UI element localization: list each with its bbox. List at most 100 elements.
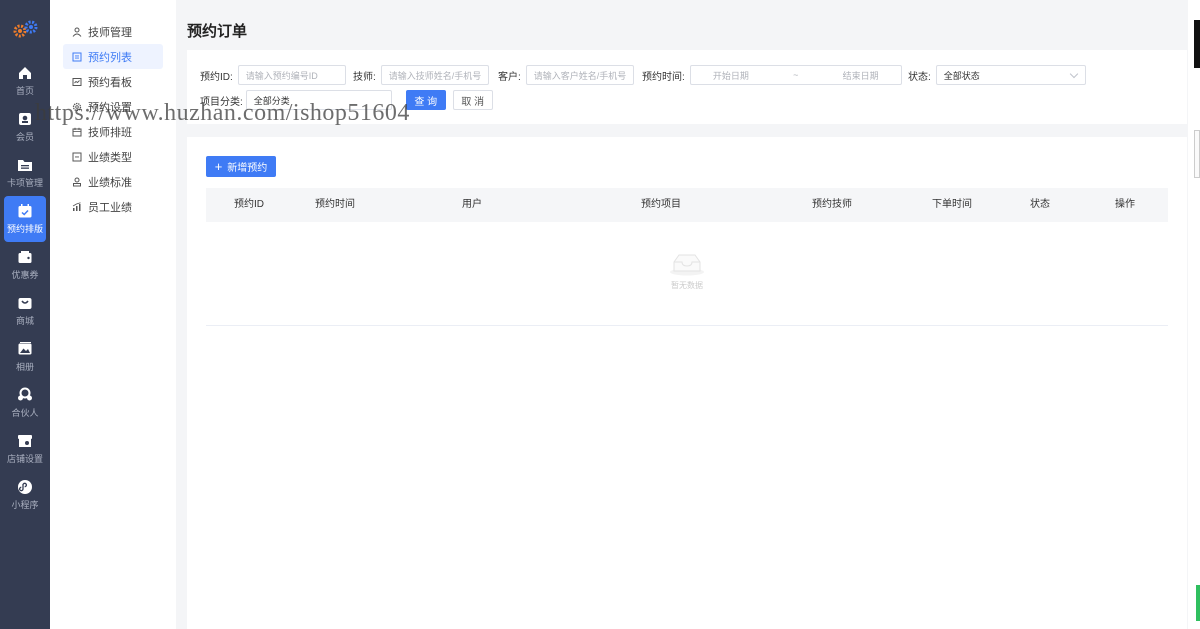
status-select[interactable]: 全部状态 bbox=[935, 65, 1086, 85]
end-date-placeholder: 结束日期 bbox=[842, 70, 879, 81]
add-booking-button[interactable]: + 新增预约 bbox=[206, 156, 276, 177]
subnav-item-label: 技师排班 bbox=[88, 126, 132, 139]
status-value: 全部状态 bbox=[943, 70, 980, 81]
column-header: 操作 bbox=[1115, 199, 1135, 210]
subnav-item-label: 预约列表 bbox=[88, 51, 132, 64]
rail-item-label: 店铺设置 bbox=[6, 454, 43, 464]
schedule-icon bbox=[72, 127, 82, 136]
subnav-item-booking-list[interactable]: 预约列表 bbox=[63, 44, 163, 69]
rail-item-cards[interactable]: 卡项管理 bbox=[0, 150, 50, 196]
technician-input[interactable]: 请输入技师姓名/手机号 bbox=[380, 65, 489, 85]
sub-nav: 技师管理 预约列表 预约看板 预约设置 技师排班 业绩类型 业绩标准 员工业绩 bbox=[50, 0, 176, 629]
rail-item-album[interactable]: 相册 bbox=[0, 334, 50, 380]
customer-input[interactable]: 请输入客户姓名/手机号 bbox=[525, 65, 634, 85]
start-date-placeholder: 开始日期 bbox=[712, 70, 749, 81]
column-header: 用户 bbox=[462, 199, 482, 210]
miniprogram-icon bbox=[18, 480, 32, 494]
technician-label: 技师: bbox=[353, 71, 376, 83]
board-icon bbox=[72, 77, 82, 86]
rail-item-coupon[interactable]: 优惠券 bbox=[0, 242, 50, 288]
booking-time-label: 预约时间: bbox=[642, 71, 685, 83]
subnav-item-performance-types[interactable]: 业绩类型 bbox=[63, 144, 163, 169]
rail-item-label: 商城 bbox=[15, 316, 34, 326]
status-label: 状态: bbox=[908, 71, 931, 83]
subnav-item-technician-schedule[interactable]: 技师排班 bbox=[63, 119, 163, 144]
subnav-item-label: 技师管理 bbox=[88, 26, 132, 39]
search-button[interactable]: 查 询 bbox=[405, 90, 446, 110]
table-header: 预约ID 预约时间 用户 预约项目 预约技师 下单时间 状态 操作 bbox=[206, 188, 1168, 222]
type-icon bbox=[72, 152, 82, 161]
category-label: 项目分类: bbox=[200, 96, 243, 108]
filter-panel: 预约ID: 请输入预约编号ID 技师: 请输入技师姓名/手机号 客户: 请输入客… bbox=[187, 50, 1187, 124]
rail-item-home[interactable]: 首页 bbox=[0, 58, 50, 104]
rail-item-label: 会员 bbox=[15, 132, 34, 142]
column-header: 下单时间 bbox=[932, 199, 972, 210]
mall-icon bbox=[18, 298, 32, 309]
booking-id-input[interactable]: 请输入预约编号ID bbox=[237, 65, 346, 85]
rail-item-label: 相册 bbox=[15, 362, 34, 372]
subnav-item-performance-standard[interactable]: 业绩标准 bbox=[63, 169, 163, 194]
list-icon bbox=[72, 52, 82, 61]
empty-text: 暂无数据 bbox=[671, 281, 703, 290]
calendar-icon bbox=[18, 204, 32, 218]
table-divider bbox=[206, 325, 1168, 326]
cancel-button[interactable]: 取 消 bbox=[452, 90, 493, 110]
rail-item-mall[interactable]: 商城 bbox=[0, 288, 50, 334]
chevron-down-icon bbox=[1069, 69, 1079, 78]
column-header: 状态 bbox=[1030, 199, 1050, 210]
column-header: 预约时间 bbox=[315, 199, 355, 210]
edge-black-bar bbox=[1194, 20, 1200, 68]
subnav-item-staff-performance[interactable]: 员工业绩 bbox=[63, 194, 163, 219]
edge-side-tab[interactable] bbox=[1194, 130, 1200, 178]
subnav-item-booking-settings[interactable]: 预约设置 bbox=[63, 94, 163, 119]
subnav-item-label: 预约设置 bbox=[88, 101, 132, 114]
customer-placeholder: 请输入客户姓名/手机号 bbox=[533, 70, 627, 81]
customer-label: 客户: bbox=[498, 71, 521, 83]
category-value: 全部分类 bbox=[253, 95, 290, 106]
technician-placeholder: 请输入技师姓名/手机号 bbox=[388, 70, 482, 81]
rail-item-label: 合伙人 bbox=[11, 408, 39, 418]
rail-item-partner[interactable]: 合伙人 bbox=[0, 380, 50, 426]
rail-item-miniprogram[interactable]: 小程序 bbox=[0, 472, 50, 518]
rail-item-booking[interactable]: 预约排版 bbox=[4, 196, 46, 242]
empty-inbox-icon bbox=[670, 254, 704, 276]
standard-icon bbox=[73, 177, 81, 186]
booking-time-range[interactable]: 开始日期 ~ 结束日期 bbox=[689, 65, 902, 85]
rail-item-store-settings[interactable]: 店铺设置 bbox=[0, 426, 50, 472]
rail-item-label: 预约排版 bbox=[6, 224, 43, 234]
subnav-item-booking-board[interactable]: 预约看板 bbox=[63, 69, 163, 94]
subnav-item-label: 业绩标准 bbox=[88, 176, 132, 189]
subnav-item-technicians[interactable]: 技师管理 bbox=[63, 19, 163, 44]
right-edge-strip bbox=[1188, 0, 1200, 629]
main-content: 预约订单 预约ID: 请输入预约编号ID 技师: 请输入技师姓名/手机号 客户:… bbox=[176, 0, 1188, 629]
folder-icon bbox=[18, 160, 32, 171]
add-booking-label: 新增预约 bbox=[227, 163, 268, 174]
category-select[interactable]: 全部分类 bbox=[245, 90, 392, 110]
rail-item-label: 卡项管理 bbox=[6, 178, 43, 188]
booking-list-panel: + 新增预约 预约ID 预约时间 用户 预约项目 预约技师 下单时间 状态 操作… bbox=[187, 137, 1187, 629]
user-icon bbox=[72, 27, 82, 37]
subnav-item-label: 预约看板 bbox=[88, 76, 132, 89]
column-header: 预约技师 bbox=[812, 199, 852, 210]
empty-state: 暂无数据 bbox=[667, 252, 707, 291]
edge-green-bar bbox=[1196, 585, 1200, 621]
rail-item-member[interactable]: 会员 bbox=[0, 104, 50, 150]
booking-id-placeholder: 请输入预约编号ID bbox=[245, 70, 318, 81]
logo bbox=[0, 0, 50, 58]
settings-icon bbox=[72, 102, 82, 111]
rail-item-label: 优惠券 bbox=[11, 270, 39, 280]
rail-item-label: 首页 bbox=[15, 86, 34, 96]
album-icon bbox=[18, 342, 32, 355]
plus-icon: + bbox=[214, 159, 223, 174]
gears-logo-icon bbox=[13, 20, 38, 38]
member-icon bbox=[19, 113, 31, 125]
home-icon bbox=[19, 67, 31, 79]
store-icon bbox=[18, 435, 32, 447]
wallet-icon bbox=[18, 251, 32, 263]
column-header: 预约ID bbox=[234, 199, 264, 210]
column-header: 预约项目 bbox=[641, 199, 681, 210]
chart-icon bbox=[72, 201, 81, 211]
subnav-item-label: 员工业绩 bbox=[88, 201, 132, 214]
range-separator: ~ bbox=[793, 70, 799, 80]
rail-item-label: 小程序 bbox=[11, 500, 39, 510]
